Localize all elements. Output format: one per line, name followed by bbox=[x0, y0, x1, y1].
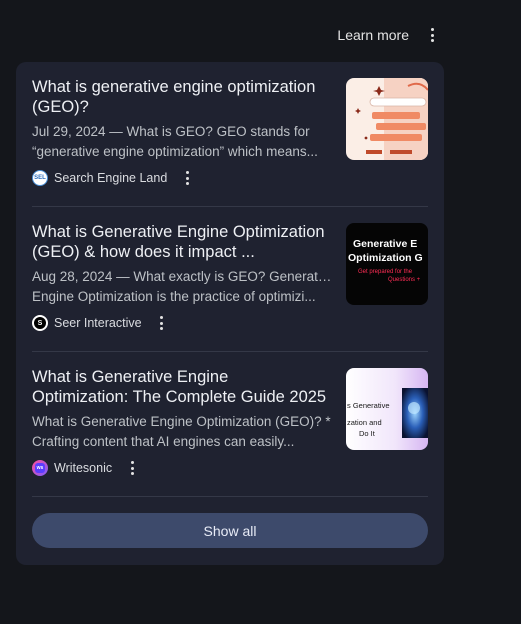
result-source: SEL Search Engine Land bbox=[32, 168, 197, 188]
result-source: S Seer Interactive bbox=[32, 313, 172, 333]
result-title[interactable]: What is Generative Engine Optimization: … bbox=[32, 367, 328, 407]
more-vert-icon bbox=[130, 461, 134, 475]
source-options-button[interactable] bbox=[177, 168, 197, 188]
snippet-line: Jul 29, 2024 — What is GEO? GEO stands f… bbox=[32, 124, 310, 139]
result-thumbnail[interactable] bbox=[346, 78, 428, 160]
divider bbox=[32, 351, 428, 352]
result-snippet: What is Generative Engine Optimization (… bbox=[32, 412, 332, 452]
results-card: What is generative engine optimization (… bbox=[16, 62, 444, 565]
svg-text:Do It: Do It bbox=[359, 429, 376, 438]
source-options-button[interactable] bbox=[122, 458, 142, 478]
svg-text:Optimization G: Optimization G bbox=[348, 252, 423, 264]
svg-text:s Generative: s Generative bbox=[347, 401, 390, 410]
result-thumbnail[interactable]: Generative E Optimization G Get prepared… bbox=[346, 223, 428, 305]
show-all-button[interactable]: Show all bbox=[32, 513, 428, 548]
snippet-line: Engine Optimization is the practice of o… bbox=[32, 289, 316, 304]
svg-text:Generative E: Generative E bbox=[353, 238, 417, 250]
more-vert-icon bbox=[185, 171, 189, 185]
svg-text:Get prepared for the: Get prepared for the bbox=[358, 269, 413, 275]
result-source: ws Writesonic bbox=[32, 458, 142, 478]
writesonic-favicon-icon: ws bbox=[32, 460, 48, 476]
learn-more-link[interactable]: Learn more bbox=[337, 27, 409, 43]
seer-interactive-favicon-icon: S bbox=[32, 315, 48, 331]
source-options-button[interactable] bbox=[152, 313, 172, 333]
divider bbox=[32, 496, 428, 497]
result-snippet: Jul 29, 2024 — What is GEO? GEO stands f… bbox=[32, 122, 332, 162]
snippet-line: “generative engine optimization” which m… bbox=[32, 144, 318, 159]
snippet-line: Crafting content that AI engines can eas… bbox=[32, 434, 295, 449]
result-title[interactable]: What is Generative Engine Optimization (… bbox=[32, 222, 328, 262]
result-title[interactable]: What is generative engine optimization (… bbox=[32, 77, 328, 117]
header-bar: Learn more bbox=[0, 22, 445, 48]
source-name[interactable]: Seer Interactive bbox=[54, 316, 142, 330]
result-snippet: Aug 28, 2024 — What exactly is GEO? Gene… bbox=[32, 267, 332, 307]
more-vert-icon bbox=[160, 316, 164, 330]
more-vert-icon bbox=[430, 28, 434, 42]
divider bbox=[32, 206, 428, 207]
geo-guide-image: s Generative zation and Do It bbox=[346, 368, 428, 450]
source-name[interactable]: Search Engine Land bbox=[54, 171, 167, 185]
result-thumbnail[interactable]: s Generative zation and Do It bbox=[346, 368, 428, 450]
snippet-line: What is Generative Engine Optimization (… bbox=[32, 414, 331, 429]
svg-text:zation and: zation and bbox=[347, 418, 382, 427]
snippet-line: Aug 28, 2024 — What exactly is GEO? Gene… bbox=[32, 269, 332, 284]
geo-illustration-icon bbox=[346, 78, 428, 160]
geo-banner-image: Generative E Optimization G Get prepared… bbox=[346, 223, 428, 305]
source-name[interactable]: Writesonic bbox=[54, 461, 112, 475]
search-engine-land-favicon-icon: SEL bbox=[32, 170, 48, 186]
more-options-button[interactable] bbox=[419, 22, 445, 48]
svg-text:Questions +: Questions + bbox=[388, 277, 421, 283]
